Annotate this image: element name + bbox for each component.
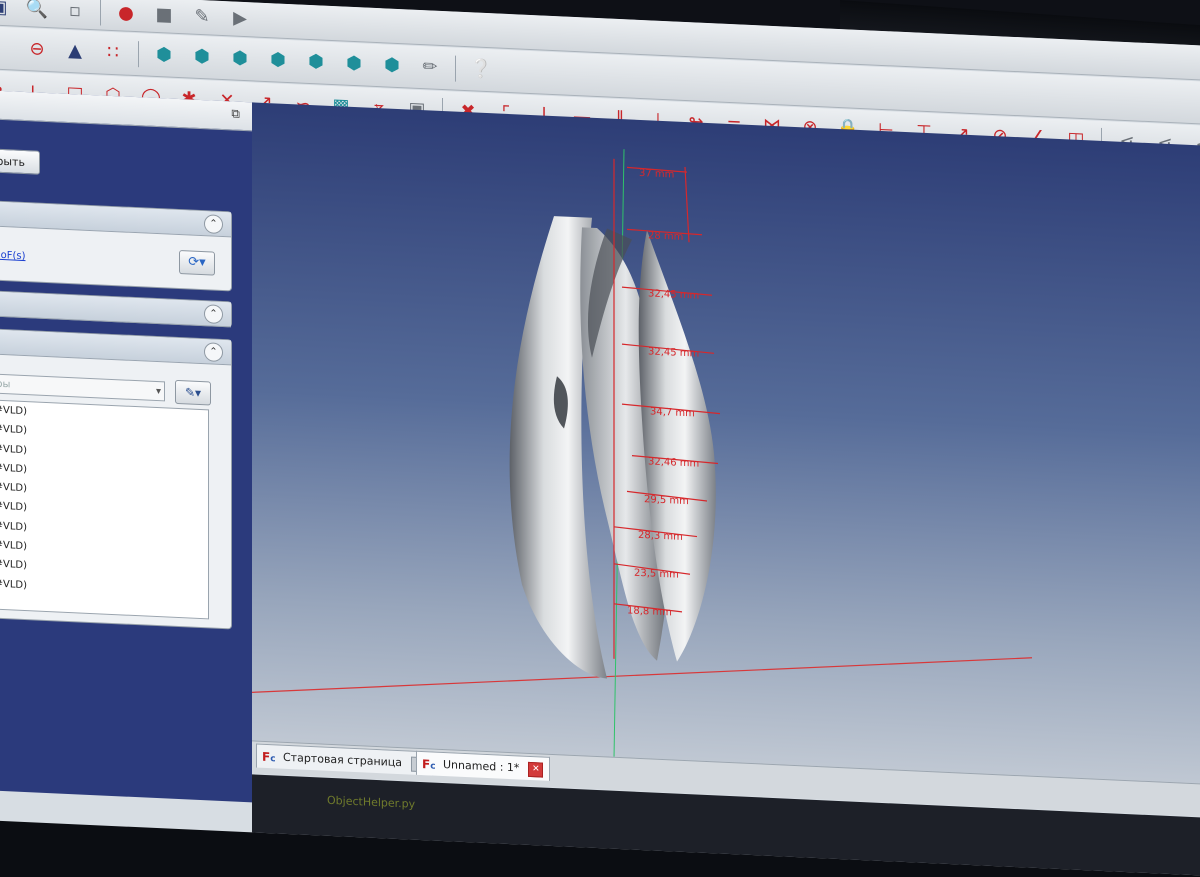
task-panel: ⧉ акрыть ⌃ 11 DoF(s) ⟳▾ ⌃ ⌃ льтры ▾ ✎▾ [0, 89, 252, 803]
view-front-icon[interactable]: ⬢ [189, 43, 215, 70]
constraint-list[interactable]: 3(0#VLD) 3(1#VLD) 3(2#VLD) 3(3#VLD) 3(4#… [0, 398, 209, 620]
view-rear-icon[interactable]: ⬢ [303, 49, 329, 76]
view-left-icon[interactable]: ⬢ [379, 52, 405, 79]
undock-icon[interactable]: ⧉ [231, 106, 240, 121]
dimension-label[interactable]: 29,5 mm [644, 494, 689, 507]
freecad-window: ▣ 🔍 ▫ ● ■ ✎ ▶ ⋮ ⊖ ▲ ∷ ⬢ ⬢ ⬢ ⬢ ⬢ ⬢ ⬢ ✏ ❔ … [0, 0, 1200, 877]
view-iso-icon[interactable]: ⬢ [151, 42, 177, 69]
freecad-logo-icon: Fc [262, 749, 276, 765]
view-menu-icon[interactable]: ▣ [0, 0, 12, 21]
toolbar-separator [138, 41, 139, 68]
dof-link[interactable]: 11 DoF(s) [0, 249, 26, 262]
collapse-icon[interactable]: ⌃ [204, 342, 223, 363]
filter-settings-icon[interactable]: ✎▾ [175, 379, 211, 406]
record-macro-icon[interactable]: ● [113, 0, 139, 27]
view-bottom-icon[interactable]: ⬢ [341, 50, 367, 77]
dimension-label[interactable]: 18,8 mm [627, 605, 672, 618]
dimension-label[interactable]: 23,5 mm [634, 568, 679, 581]
view-top-icon[interactable]: ⬢ [227, 45, 253, 72]
chevron-down-icon: ▾ [155, 385, 161, 398]
box-view-icon[interactable]: ▫ [62, 0, 88, 25]
run-macro-icon[interactable]: ▶ [227, 5, 253, 32]
tab-unnamed[interactable]: Fc Unnamed : 1* ✕ [416, 750, 551, 781]
zoom-icon[interactable]: 🔍 [24, 0, 50, 23]
tab-start-page[interactable]: Fc Стартовая страница ✕ [256, 743, 434, 776]
toolbar-separator [455, 55, 456, 82]
constraints-box: ⌃ льтры ▾ ✎▾ 3(0#VLD) 3(1#VLD) 3(2#VLD) … [0, 327, 232, 630]
constraints-header: ⌃ [0, 328, 231, 366]
vase-model[interactable] [509, 214, 716, 683]
status-text: ObjectHelper.py [327, 793, 416, 811]
whats-this-icon[interactable]: ❔ [468, 56, 494, 83]
measure-icon[interactable]: ✏ [417, 54, 443, 81]
edit-macro-icon[interactable]: ✎ [189, 3, 215, 30]
close-button[interactable]: акрыть [0, 147, 40, 175]
dimension-label[interactable]: 32,45 mm [648, 346, 699, 359]
freecad-logo-icon: Fc [422, 757, 436, 772]
solver-messages-box: ⌃ 11 DoF(s) ⟳▾ [0, 199, 232, 292]
sketch-icon[interactable]: ⊖ [24, 36, 50, 63]
3d-viewport[interactable]: 37 mm 28 mm 32,45 mm 32,45 mm 34,7 mm 32… [252, 102, 1200, 788]
dimension-label[interactable]: 34,7 mm [650, 406, 695, 419]
tab-label: Unnamed : 1* [443, 758, 520, 775]
edit-controls-header: ⌃ [0, 290, 231, 328]
solver-messages-header: ⌃ [0, 200, 231, 238]
refresh-icon[interactable]: ⟳▾ [179, 250, 215, 276]
stop-macro-icon[interactable]: ■ [151, 2, 177, 29]
dimension-label[interactable]: 32,46 mm [648, 456, 699, 469]
collapse-icon[interactable]: ⌃ [204, 304, 223, 325]
view-right-icon[interactable]: ⬢ [265, 47, 291, 74]
pad-icon[interactable]: ▲ [62, 38, 88, 65]
dimension-label[interactable]: 28 mm [648, 230, 683, 243]
collapse-icon[interactable]: ⌃ [204, 214, 223, 235]
filter-value: льтры [0, 377, 11, 391]
dimension-label[interactable]: 28,3 mm [638, 530, 683, 543]
dimension-label[interactable]: 37 mm [639, 168, 674, 181]
edit-controls-box: ⌃ [0, 289, 232, 328]
tab-label: Стартовая страница [283, 750, 403, 770]
workbench-menu-icon[interactable]: ⋮ [0, 34, 12, 61]
close-icon[interactable]: ✕ [528, 761, 544, 778]
dimension-label[interactable]: 32,45 mm [648, 288, 699, 301]
viewport-canvas: 37 mm 28 mm 32,45 mm 32,45 mm 34,7 mm 32… [252, 149, 1033, 759]
toolbar-separator [100, 0, 101, 26]
constraint-filter-combo[interactable]: льтры ▾ [0, 372, 165, 402]
points-icon[interactable]: ∷ [100, 39, 126, 66]
